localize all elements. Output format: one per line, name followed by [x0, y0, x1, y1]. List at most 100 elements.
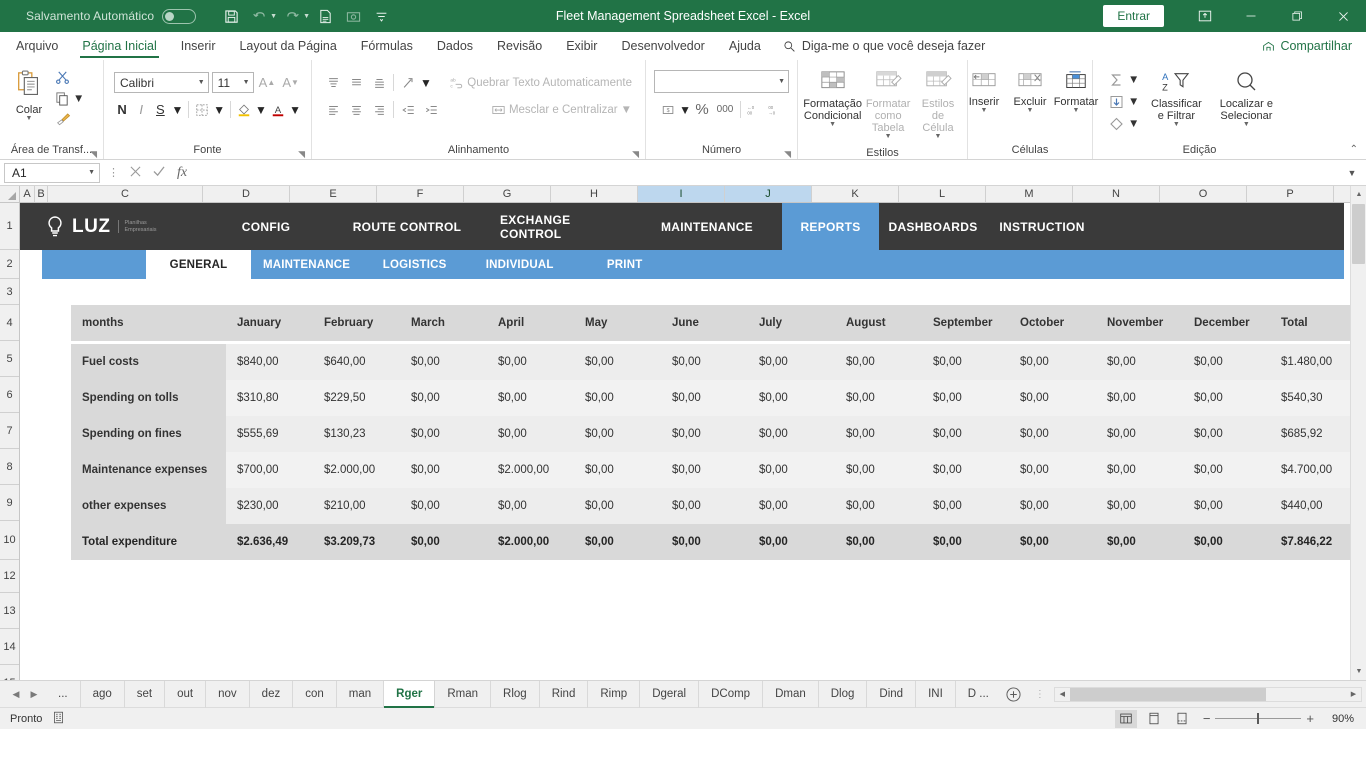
sheet-tab-out[interactable]: out [165, 681, 206, 708]
borders-dropdown-icon[interactable]: ▼ [213, 103, 225, 117]
font-dialog-launcher-icon[interactable]: ◥ [298, 145, 305, 163]
hscroll-right-icon[interactable]: ▶ [1346, 690, 1361, 698]
tell-me-search[interactable]: Diga-me o que você deseja fazer [773, 32, 985, 60]
row-header-3[interactable]: 3 [0, 279, 19, 305]
sheet-tab-rimp[interactable]: Rimp [588, 681, 640, 708]
column-header-I[interactable]: I [638, 186, 725, 202]
formula-input[interactable] [197, 163, 1342, 183]
sort-filter-dropdown-icon[interactable]: ▼ [1173, 121, 1180, 128]
sheet-tab-dlog[interactable]: Dlog [819, 681, 868, 708]
add-sheet-button[interactable] [1001, 687, 1027, 702]
sheet-tab-dcomp[interactable]: DComp [699, 681, 763, 708]
insert-cells-dropdown-icon[interactable]: ▼ [981, 107, 988, 114]
paste-dropdown-icon[interactable]: ▼ [26, 115, 33, 122]
nav-item-dashboards[interactable]: DASHBOARDS [879, 203, 987, 250]
camera-icon[interactable] [340, 4, 366, 28]
underline-dropdown-icon[interactable]: ▼ [171, 103, 183, 117]
accessibility-icon[interactable] [52, 711, 65, 727]
ribbon-tab-revisao[interactable]: Revisão [485, 32, 554, 60]
find-select-button[interactable]: Localizar e Selecionar ▼ [1210, 68, 1282, 130]
copy-dropdown-icon[interactable]: ▼ [73, 93, 84, 105]
page-layout-view-button[interactable] [1143, 710, 1165, 728]
nav-item-route-control[interactable]: ROUTE CONTROL [332, 203, 482, 250]
sheet-tab-dind[interactable]: Dind [867, 681, 916, 708]
print-preview-icon[interactable] [312, 4, 338, 28]
font-size-combo[interactable]: 11 ▼ [212, 72, 254, 93]
orientation-dropdown-icon[interactable]: ▼ [420, 76, 432, 90]
increase-indent-button[interactable] [420, 99, 442, 120]
zoom-slider[interactable]: − + [1199, 711, 1318, 726]
orientation-button[interactable] [397, 72, 419, 93]
subtab-print[interactable]: PRINT [572, 250, 677, 279]
merge-dropdown-icon[interactable]: ▼ [621, 104, 632, 116]
nav-item-reports[interactable]: REPORTS [782, 203, 879, 250]
delete-cells-dropdown-icon[interactable]: ▼ [1027, 107, 1034, 114]
sheet-tab-dez[interactable]: dez [250, 681, 294, 708]
zoom-track[interactable] [1215, 718, 1301, 719]
ribbon-tab-layout-da-pagina[interactable]: Layout da Página [227, 32, 348, 60]
ribbon-display-options-icon[interactable] [1182, 0, 1228, 32]
ribbon-tab-pagina-inicial[interactable]: Página Inicial [70, 32, 168, 60]
find-select-dropdown-icon[interactable]: ▼ [1243, 121, 1250, 128]
zoom-level[interactable]: 90% [1324, 713, 1354, 725]
restore-icon[interactable] [1274, 0, 1320, 32]
decrease-font-size-button[interactable]: A▼ [280, 72, 301, 93]
sheet-tab-dman[interactable]: Dman [763, 681, 819, 708]
zoom-out-icon[interactable]: − [1203, 711, 1211, 726]
subtab-logistics[interactable]: LOGISTICS [362, 250, 467, 279]
clipboard-dialog-launcher-icon[interactable]: ◥ [90, 145, 97, 163]
decrease-indent-button[interactable] [397, 99, 419, 120]
italic-button[interactable]: I [133, 99, 149, 120]
alignment-dialog-launcher-icon[interactable]: ◥ [632, 145, 639, 163]
copy-button[interactable]: ▼ [52, 89, 87, 108]
cell-styles-dropdown-icon[interactable]: ▼ [935, 133, 942, 140]
row-header-13[interactable]: 13 [0, 593, 19, 629]
sign-in-button[interactable]: Entrar [1103, 5, 1164, 27]
row-header-12[interactable]: 12 [0, 560, 19, 593]
cancel-icon[interactable] [130, 166, 141, 180]
horizontal-scroll-thumb[interactable] [1070, 688, 1266, 701]
ribbon-tab-formulas[interactable]: Fórmulas [349, 32, 425, 60]
sheet-tab-rind[interactable]: Rind [540, 681, 589, 708]
nav-item-config[interactable]: CONFIG [200, 203, 332, 250]
number-dialog-launcher-icon[interactable]: ◥ [784, 145, 791, 163]
sheet-tab-overflow[interactable]: ... [46, 681, 81, 708]
autosave-toggle[interactable] [162, 9, 196, 24]
nav-item-instruction[interactable]: INSTRUCTION [987, 203, 1097, 250]
align-top-button[interactable] [322, 72, 344, 93]
column-header-H[interactable]: H [551, 186, 638, 202]
undo-icon[interactable] [246, 4, 272, 28]
normal-view-button[interactable] [1115, 710, 1137, 728]
expand-formula-bar-icon[interactable]: ▼ [1342, 168, 1362, 178]
cut-button[interactable] [52, 68, 87, 87]
clear-dropdown-icon[interactable]: ▼ [1128, 118, 1139, 130]
font-family-combo[interactable]: Calibri ▼ [114, 72, 209, 93]
delete-cells-button[interactable]: Excluir ▼ [1007, 68, 1053, 116]
column-header-D[interactable]: D [203, 186, 290, 202]
fx-icon[interactable]: fx [177, 165, 187, 181]
comma-style-button[interactable]: 000 [713, 99, 737, 120]
format-painter-button[interactable] [52, 110, 87, 129]
column-header-K[interactable]: K [812, 186, 899, 202]
page-break-view-button[interactable] [1171, 710, 1193, 728]
fill-dropdown-icon[interactable]: ▼ [1128, 96, 1139, 108]
accounting-dropdown-icon[interactable]: ▼ [679, 103, 691, 117]
sheet-tab-ini[interactable]: INI [916, 681, 956, 708]
undo-dropdown-icon[interactable]: ▼ [270, 13, 277, 20]
sheet-tab-set[interactable]: set [125, 681, 165, 708]
autosave-control[interactable]: Salvamento Automático [26, 9, 196, 24]
underline-button[interactable]: S [152, 99, 168, 120]
insert-cells-button[interactable]: Inserir ▼ [961, 68, 1007, 116]
column-header-O[interactable]: O [1160, 186, 1247, 202]
subtab-maintenance[interactable]: MAINTENANCE [251, 250, 362, 279]
sort-filter-button[interactable]: A Z Classificar e Filtrar ▼ [1142, 68, 1210, 130]
align-middle-button[interactable] [345, 72, 367, 93]
percent-style-button[interactable]: % [692, 99, 712, 120]
row-header-7[interactable]: 7 [0, 413, 19, 449]
sheet-next-icon[interactable]: ▶ [26, 689, 42, 700]
column-header-A[interactable]: A [20, 186, 35, 202]
sheet-tab-rger[interactable]: Rger [384, 681, 435, 708]
vertical-scrollbar[interactable]: ▲ ▼ [1350, 186, 1366, 680]
borders-button[interactable] [194, 99, 210, 120]
align-center-button[interactable] [345, 99, 367, 120]
